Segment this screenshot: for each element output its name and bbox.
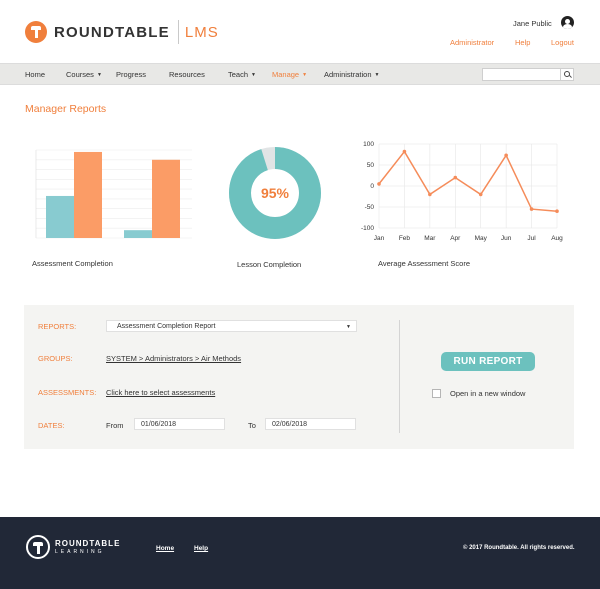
line-x-tick-label: Aug — [551, 235, 563, 242]
line-x-tick-label: Jun — [501, 235, 512, 242]
logout-link[interactable]: Logout — [551, 38, 574, 47]
administrator-link[interactable]: Administrator — [450, 38, 494, 47]
logo-brand-text: ROUNDTABLE — [54, 23, 170, 41]
caret-down-icon: ▼ — [346, 324, 351, 330]
new-window-checkbox[interactable] — [432, 389, 441, 398]
caret-down-icon: ▼ — [374, 72, 380, 78]
user-name[interactable]: Jane Public — [513, 19, 552, 28]
nav-resources[interactable]: Resources — [169, 70, 205, 79]
header: ROUNDTABLE LMS Jane Public Administrator… — [0, 0, 600, 63]
from-label: From — [106, 421, 124, 430]
line-x-tick-label: Jan — [374, 235, 385, 242]
panel-divider — [399, 320, 400, 433]
roundtable-logo-icon — [26, 535, 50, 559]
line-y-tick-label: -50 — [365, 204, 375, 211]
search-input[interactable] — [483, 69, 561, 80]
line-x-tick-label: Apr — [450, 235, 461, 242]
footer-brand-bottom: LEARNING — [55, 549, 105, 555]
line-x-tick-label: Jul — [527, 235, 536, 242]
page-title: Manager Reports — [25, 103, 107, 115]
nav-courses[interactable]: Courses ▼ — [66, 70, 102, 79]
to-date-input[interactable]: 02/06/2018 — [265, 418, 356, 430]
nav-administration[interactable]: Administration ▼ — [324, 70, 379, 79]
search-icon[interactable] — [560, 69, 573, 80]
nav-manage-label: Manage — [272, 70, 300, 79]
help-link[interactable]: Help — [515, 38, 530, 47]
line-series — [378, 150, 558, 212]
nav-manage[interactable]: Manage ▼ — [272, 70, 307, 79]
from-date-value: 01/06/2018 — [141, 421, 177, 428]
nav-home-label: Home — [25, 70, 46, 79]
nav-progress-label: Progress — [116, 70, 147, 79]
line-x-tick-label: Feb — [399, 235, 411, 242]
nav-search-box — [482, 68, 574, 81]
bar — [74, 151, 102, 238]
line-point — [402, 149, 407, 154]
line-y-tick-label: 100 — [363, 141, 374, 148]
footer-copyright: © 2017 Roundtable. All rights reserved. — [463, 545, 575, 551]
average-assessment-score-chart: Jan Feb Mar Apr May Jun Jul Aug 100 50 0 -50 -100 — [361, 141, 563, 242]
assessment-completion-chart — [35, 149, 192, 239]
assessment-completion-label: Assessment Completion — [32, 259, 113, 268]
nav-progress[interactable]: Progress — [116, 70, 146, 79]
footer-help-link[interactable]: Help — [194, 545, 208, 552]
line-y-tick-label: 0 — [370, 183, 374, 190]
nav-administration-label: Administration — [324, 70, 372, 79]
donut-center-label: 95% — [261, 185, 290, 201]
line-point — [478, 192, 483, 197]
logo[interactable]: ROUNDTABLE LMS — [25, 20, 219, 44]
footer-logo[interactable]: ROUNDTABLE LEARNING — [26, 535, 120, 559]
logo-divider — [177, 20, 179, 44]
run-report-button[interactable]: RUN REPORT — [441, 352, 535, 371]
lesson-completion-chart: 95% — [229, 147, 321, 239]
nav-home[interactable]: Home — [25, 70, 45, 79]
caret-down-icon: ▼ — [96, 72, 102, 78]
bar — [124, 230, 152, 238]
line-point — [428, 192, 432, 197]
line-x-tick-label: Mar — [424, 235, 436, 242]
main-nav: Home Courses ▼ Progress Resources Teach ▼ … — [0, 63, 600, 85]
select-assessments-link[interactable]: Click here to select assessments — [106, 388, 215, 397]
bar — [152, 159, 180, 238]
line-point — [529, 207, 534, 211]
report-select[interactable]: Assessment Completion Report ▼ — [106, 320, 357, 332]
lesson-completion-label: Lesson Completion — [237, 260, 302, 269]
roundtable-logo-icon — [25, 21, 47, 43]
nav-resources-label: Resources — [169, 70, 205, 79]
average-assessment-score-label: Average Assessment Score — [378, 259, 470, 268]
line-point — [453, 175, 458, 180]
line-point — [504, 153, 508, 158]
from-date-input[interactable]: 01/06/2018 — [134, 418, 225, 430]
line-y-tick-label: -100 — [361, 225, 374, 232]
footer-home-link[interactable]: Home — [156, 545, 174, 552]
nav-teach[interactable]: Teach ▼ — [228, 70, 256, 79]
caret-down-icon: ▼ — [251, 72, 256, 78]
reports-label: REPORTS: — [38, 322, 77, 331]
to-date-value: 02/06/2018 — [272, 421, 308, 428]
line-y-tick-label: 50 — [367, 162, 375, 169]
to-label: To — [248, 421, 256, 430]
line-point — [555, 209, 559, 213]
report-panel: REPORTS: Assessment Completion Report ▼ … — [24, 305, 574, 449]
line-x-tick-label: May — [475, 235, 488, 242]
nav-courses-label: Courses — [66, 70, 94, 79]
bar — [46, 195, 74, 238]
report-select-value: Assessment Completion Report — [117, 323, 216, 330]
footer-brand: ROUNDTABLE LEARNING — [55, 539, 120, 555]
groups-link[interactable]: SYSTEM > Administrators > Air Methods — [106, 354, 241, 363]
groups-label: GROUPS: — [38, 354, 73, 363]
assessments-label: ASSESSMENTS: — [38, 388, 97, 397]
caret-down-icon: ▼ — [302, 72, 308, 78]
nav-teach-label: Teach — [228, 70, 249, 79]
line-point — [377, 182, 381, 186]
page: ROUNDTABLE LMS Jane Public Administrator… — [0, 0, 600, 589]
logo-product-text: LMS — [184, 23, 219, 41]
footer-brand-top: ROUNDTABLE — [55, 539, 121, 548]
footer: ROUNDTABLE LEARNING Home Help © 2017 Rou… — [0, 517, 600, 589]
new-window-label: Open in a new window — [450, 389, 526, 398]
dates-label: DATES: — [38, 421, 65, 430]
user-avatar-icon[interactable] — [561, 16, 574, 29]
